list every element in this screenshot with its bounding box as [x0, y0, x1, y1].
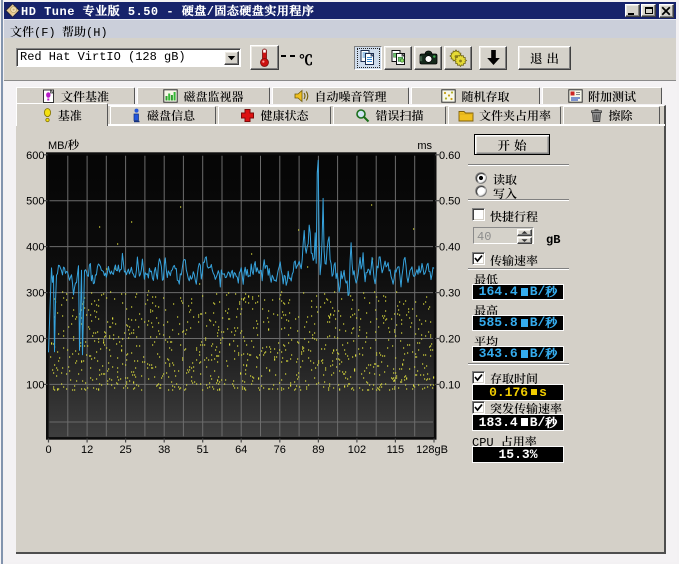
svg-text:64: 64 [235, 444, 247, 456]
svg-text:25: 25 [119, 444, 131, 456]
svg-text:38: 38 [158, 444, 170, 456]
svg-text:0.30: 0.30 [439, 288, 460, 300]
svg-text:0.50: 0.50 [439, 196, 460, 208]
svg-text:128gB: 128gB [416, 444, 448, 456]
svg-text:115: 115 [387, 444, 405, 456]
svg-text:0: 0 [45, 444, 51, 456]
svg-text:400: 400 [26, 242, 44, 254]
svg-text:102: 102 [348, 444, 366, 456]
svg-text:0.10: 0.10 [439, 379, 460, 391]
svg-text:89: 89 [312, 444, 324, 456]
svg-text:ms: ms [417, 140, 432, 152]
svg-text:500: 500 [26, 196, 44, 208]
svg-text:0.20: 0.20 [439, 334, 460, 346]
svg-text:100: 100 [26, 379, 44, 391]
svg-text:300: 300 [26, 288, 44, 300]
svg-text:76: 76 [274, 444, 286, 456]
svg-text:0.40: 0.40 [439, 242, 460, 254]
svg-text:0.60: 0.60 [439, 150, 460, 162]
svg-text:200: 200 [26, 334, 44, 346]
svg-text:51: 51 [197, 444, 209, 456]
svg-text:12: 12 [81, 444, 93, 456]
svg-text:MB/秒: MB/秒 [48, 137, 80, 153]
svg-text:600: 600 [26, 150, 44, 162]
